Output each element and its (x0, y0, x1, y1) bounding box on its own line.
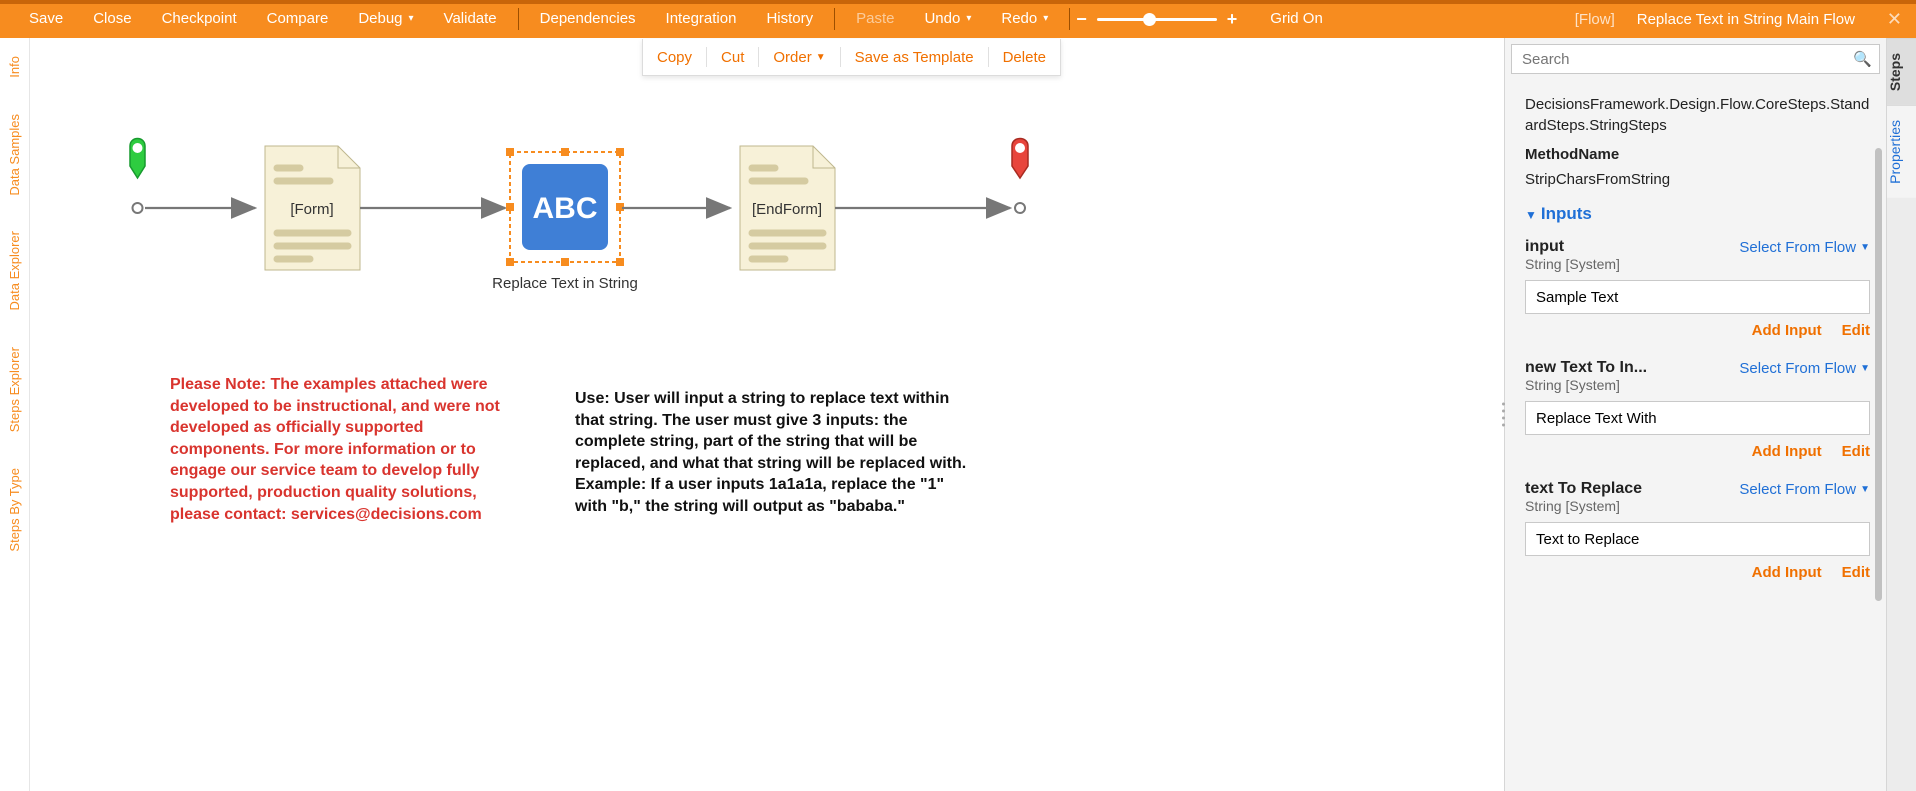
zoom-slider[interactable] (1097, 18, 1217, 21)
chevron-down-icon: ▾ (1043, 0, 1048, 38)
right-tab-rail: Steps Properties (1886, 38, 1916, 791)
left-tab-rail: Info Data Samples Data Explorer Steps Ex… (0, 38, 30, 791)
add-input-button[interactable]: Add Input (1752, 564, 1822, 581)
checkpoint-button[interactable]: Checkpoint (147, 0, 252, 38)
input-name: input (1525, 238, 1564, 256)
redo-dropdown[interactable]: Redo▾ (986, 0, 1063, 38)
tab-data-samples[interactable]: Data Samples (7, 114, 22, 196)
ctx-delete[interactable]: Delete (1003, 49, 1046, 66)
chevron-down-icon: ▾ (966, 0, 971, 38)
dependencies-button[interactable]: Dependencies (525, 0, 651, 38)
endform-node[interactable]: [EndForm] (740, 146, 835, 270)
undo-dropdown[interactable]: Undo▾ (909, 0, 986, 38)
toolbar-divider (518, 8, 519, 30)
search-icon[interactable]: 🔍 (1853, 50, 1872, 68)
method-name-label: MethodName (1525, 146, 1870, 163)
add-input-button[interactable]: Add Input (1752, 322, 1822, 339)
zoom-control[interactable]: − + (1076, 9, 1237, 30)
triangle-down-icon: ▼ (1860, 363, 1870, 374)
canvas-note-warning: Please Note: The examples attached were … (170, 374, 510, 525)
end-node[interactable] (1012, 139, 1028, 179)
chevron-down-icon: ▼ (816, 52, 826, 63)
edit-button[interactable]: Edit (1842, 443, 1870, 460)
input-value-field[interactable] (1525, 280, 1870, 314)
validate-button[interactable]: Validate (429, 0, 512, 38)
tab-properties[interactable]: Properties (1887, 105, 1916, 198)
input-type: String [System] (1525, 377, 1870, 393)
flow-type-tag: [Flow] (1575, 11, 1615, 28)
input-value-field[interactable] (1525, 522, 1870, 556)
flow-title: Replace Text in String Main Flow (1637, 11, 1855, 28)
edit-button[interactable]: Edit (1842, 322, 1870, 339)
compare-button[interactable]: Compare (252, 0, 344, 38)
integration-button[interactable]: Integration (651, 0, 752, 38)
inputs-section-toggle[interactable]: ▼Inputs (1525, 204, 1870, 224)
ctx-copy[interactable]: Copy (657, 49, 692, 66)
namespace-text: DecisionsFramework.Design.Flow.CoreSteps… (1525, 94, 1870, 136)
properties-panel: 🔍 DecisionsFramework.Design.Flow.CoreSte… (1504, 38, 1886, 791)
history-button[interactable]: History (751, 0, 828, 38)
start-node[interactable] (130, 139, 145, 179)
select-from-flow-link[interactable]: Select From Flow▼ (1739, 360, 1870, 377)
add-input-button[interactable]: Add Input (1752, 443, 1822, 460)
select-from-flow-link[interactable]: Select From Flow▼ (1739, 481, 1870, 498)
paste-button[interactable]: Paste (841, 0, 909, 38)
ctx-cut[interactable]: Cut (721, 49, 744, 66)
search-input[interactable] (1511, 44, 1880, 74)
canvas-note-usage: Use: User will input a string to replace… (575, 388, 975, 518)
flow-diagram: [Form] ABC Replace Text in String (70, 98, 1170, 318)
input-name: new Text To In... (1525, 359, 1647, 377)
toolbar-divider (834, 8, 835, 30)
replace-text-node[interactable]: ABC Replace Text in String (492, 148, 638, 292)
tab-steps-by-type[interactable]: Steps By Type (7, 468, 22, 552)
save-button[interactable]: Save (14, 0, 78, 38)
select-from-flow-link[interactable]: Select From Flow▼ (1739, 239, 1870, 256)
svg-text:[Form]: [Form] (290, 201, 333, 218)
svg-text:[EndForm]: [EndForm] (752, 201, 822, 218)
ctx-order[interactable]: Order▼ (773, 49, 825, 66)
method-name-value: StripCharsFromString (1525, 171, 1870, 188)
close-button[interactable]: Close (78, 0, 146, 38)
debug-dropdown[interactable]: Debug▾ (343, 0, 428, 38)
zoom-out-icon[interactable]: − (1076, 9, 1087, 30)
input-name: text To Replace (1525, 480, 1642, 498)
triangle-down-icon: ▼ (1525, 208, 1537, 222)
edit-button[interactable]: Edit (1842, 564, 1870, 581)
svg-text:ABC: ABC (533, 192, 598, 225)
triangle-down-icon: ▼ (1860, 484, 1870, 495)
input-group: new Text To In... Select From Flow▼ Stri… (1525, 359, 1870, 460)
input-type: String [System] (1525, 256, 1870, 272)
context-menu-bar: Copy Cut Order▼ Save as Template Delete (642, 39, 1061, 76)
triangle-down-icon: ▼ (1860, 242, 1870, 253)
tab-steps[interactable]: Steps (1887, 38, 1916, 105)
svg-text:Replace Text in String: Replace Text in String (492, 275, 638, 292)
zoom-in-icon[interactable]: + (1227, 9, 1238, 30)
input-group: input Select From Flow▼ String [System] … (1525, 238, 1870, 339)
chevron-down-icon: ▾ (409, 0, 414, 38)
ctx-save-template[interactable]: Save as Template (855, 49, 974, 66)
form-node[interactable]: [Form] (265, 146, 360, 270)
tab-steps-explorer[interactable]: Steps Explorer (7, 347, 22, 432)
flow-canvas[interactable]: Copy Cut Order▼ Save as Template Delete (30, 38, 1504, 791)
panel-scrollbar[interactable] (1875, 148, 1882, 601)
input-type: String [System] (1525, 498, 1870, 514)
toolbar-divider (1069, 8, 1070, 30)
input-value-field[interactable] (1525, 401, 1870, 435)
input-group: text To Replace Select From Flow▼ String… (1525, 480, 1870, 581)
close-flow-icon[interactable]: ✕ (1887, 9, 1902, 30)
splitter-handle[interactable] (1502, 402, 1508, 427)
top-toolbar: Save Close Checkpoint Compare Debug▾ Val… (0, 0, 1916, 38)
tab-data-explorer[interactable]: Data Explorer (7, 231, 22, 310)
grid-toggle[interactable]: Grid On (1255, 0, 1338, 38)
tab-info[interactable]: Info (7, 56, 22, 78)
